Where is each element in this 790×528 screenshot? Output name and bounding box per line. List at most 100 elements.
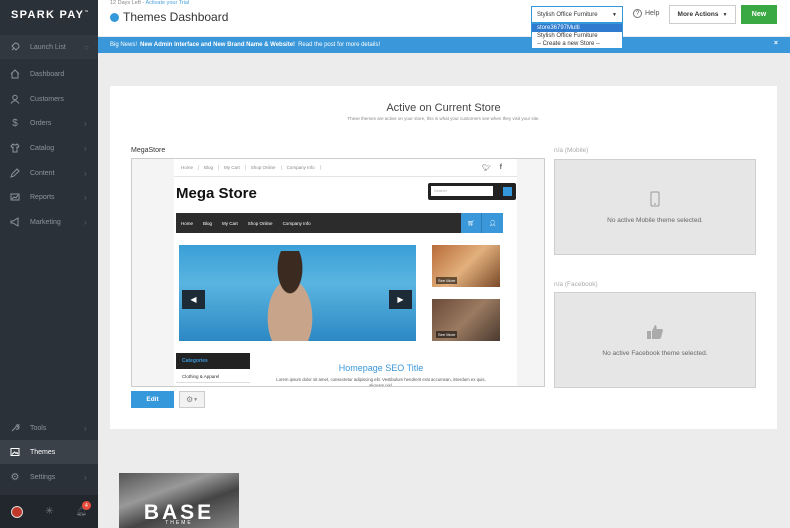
sidebar-item-marketing[interactable]: Marketing › (0, 210, 98, 234)
preview-nav-item: Shop Online (246, 165, 282, 170)
store-select[interactable]: Stylish Office Furniture ▼ (531, 6, 623, 23)
facebook-empty-text: No active Facebook theme selected. (602, 349, 708, 357)
new-button[interactable]: New (741, 5, 777, 24)
base-theme-thumbnail[interactable]: BASE THEME (119, 473, 239, 528)
caret-down-icon: ▼ (722, 11, 728, 18)
caret-down-icon: ▼ (612, 11, 617, 18)
search-icon (503, 187, 512, 196)
announcement-bar: Big News! New Admin Interface and New Bra… (98, 37, 790, 53)
sidebar-item-orders[interactable]: $ Orders › (0, 111, 98, 135)
sidebar-item-label: Dashboard (30, 70, 65, 78)
help-link[interactable]: ? Help (633, 9, 659, 18)
cart-icon: 🛒︎ (461, 213, 482, 233)
bell-icon[interactable]: 🔔︎ 4 (76, 501, 91, 517)
sidebar-item-dashboard[interactable]: Dashboard (0, 62, 98, 86)
info-icon: ○ (84, 42, 89, 52)
preview-seo-text: Lorem ipsum dolor sit amet, consectetur … (276, 377, 486, 387)
preview-nav-item: My Cart (219, 165, 246, 170)
notification-badge: 4 (81, 501, 91, 510)
shirt-icon (0, 143, 30, 153)
dollar-icon: $ (12, 117, 18, 129)
twitter-icon: 🐦︎ (481, 165, 491, 172)
base-theme-subtitle: THEME (165, 520, 193, 526)
preview-category-item: Clothing & Apparel (176, 371, 250, 383)
avatar[interactable] (11, 505, 24, 518)
preview-seo-title: Homepage SEO Title (338, 363, 424, 373)
preview-thumbnail: See More (432, 245, 500, 287)
preview-hero-image: ◀ ▶ (179, 245, 416, 341)
gear-icon: ⚙ (10, 471, 20, 483)
see-more-label: See More (436, 331, 458, 338)
user-icon: 👤︎ (482, 213, 503, 233)
sidebar-item-label: Customers (30, 95, 64, 103)
image-icon (0, 447, 30, 457)
theme-preview[interactable]: Home Blog My Cart Shop Online Company In… (131, 158, 545, 387)
active-themes-panel: Active on Current Store These themes are… (110, 86, 777, 429)
sidebar: SPARK PAY™ Launch List ○ Dashboard Custo… (0, 0, 98, 528)
activate-trial-link[interactable]: Activate your Trial (145, 0, 189, 6)
sidebar-item-label: Themes (30, 448, 56, 456)
store-option-create[interactable]: -- Create a new Store -- (532, 40, 622, 48)
question-icon: ? (633, 9, 642, 18)
preview-main-nav: Home Blog My Cart Shop Online Company In… (176, 213, 503, 233)
facebook-theme-slot[interactable]: No active Facebook theme selected. (554, 292, 756, 388)
more-actions-button[interactable]: More Actions ▼ (669, 5, 736, 24)
sidebar-item-customers[interactable]: Customers (0, 87, 98, 111)
home-icon (0, 69, 30, 79)
announcement-link[interactable]: New Admin Interface and New Brand Name &… (140, 42, 295, 48)
chevron-right-icon: › (84, 168, 87, 178)
sidebar-item-label: Tools (30, 424, 47, 432)
preview-search-input: Search (431, 186, 493, 196)
chevron-right-icon: › (84, 472, 87, 482)
preview-nav-item: Home (176, 165, 200, 170)
sidebar-item-label: Marketing (30, 218, 61, 226)
store-dropdown: store36797Multi Stylish Office Furniture… (531, 23, 623, 49)
hero-person-image (251, 251, 329, 341)
theme-settings-button[interactable]: ⚙ ▼ (179, 391, 205, 408)
preview-nav-item: Blog (203, 220, 213, 226)
spinner-icon[interactable]: ✳ (45, 506, 53, 517)
user-icon (0, 94, 30, 104)
sidebar-footer: ✳ 🔔︎ 4 (0, 495, 98, 528)
preview-social: 🐦︎ f (482, 164, 502, 172)
preview-nav-item: Company Info (282, 165, 321, 170)
mobile-theme-slot[interactable]: No active Mobile theme selected. (554, 159, 756, 255)
rocket-icon (0, 42, 30, 52)
preview-nav-item: Company Info (282, 220, 311, 226)
trial-notice: 12 Days Left - Activate your Trial (110, 0, 190, 6)
sidebar-item-label: Orders (30, 119, 52, 127)
sidebar-item-content[interactable]: Content › (0, 161, 98, 185)
sidebar-item-settings[interactable]: ⚙ Settings › (0, 465, 98, 489)
store-option-multi[interactable]: store36797Multi (532, 24, 622, 32)
sidebar-item-launch-list[interactable]: Launch List ○ (0, 35, 98, 59)
info-icon (110, 12, 119, 22)
sidebar-item-reports[interactable]: Reports › (0, 185, 98, 209)
store-option-stylish[interactable]: Stylish Office Furniture (532, 32, 622, 40)
megaphone-icon (0, 217, 30, 227)
preview-nav-item: Home (181, 220, 194, 226)
chevron-right-icon: ▶ (389, 290, 412, 309)
preview-thumbnail: See More (432, 299, 500, 341)
theme-name: MegaStore (131, 147, 166, 154)
chevron-right-icon: › (84, 118, 87, 128)
close-icon[interactable]: × (774, 40, 778, 47)
preview-search: Search (428, 183, 516, 200)
sidebar-item-catalog[interactable]: Catalog › (0, 136, 98, 160)
edit-button[interactable]: Edit (131, 391, 174, 408)
sidebar-item-tools[interactable]: Tools › (0, 416, 98, 440)
section-title: Active on Current Store (386, 102, 501, 114)
sidebar-item-themes[interactable]: Themes (0, 440, 98, 464)
sidebar-item-label: Reports (30, 193, 55, 201)
page-title: Themes Dashboard (110, 10, 228, 24)
mobile-empty-text: No active Mobile theme selected. (607, 216, 703, 224)
sidebar-item-label: Launch List (30, 43, 66, 51)
chevron-right-icon: › (84, 423, 87, 433)
preview-categories-title: Categories (176, 353, 250, 369)
chevron-right-icon: › (84, 217, 87, 227)
facebook-theme-label: n/a (Facebook) (554, 281, 598, 288)
thumbs-up-icon (646, 324, 664, 342)
preview-top-nav: Home Blog My Cart Shop Online Company In… (174, 159, 517, 177)
brand-logo[interactable]: SPARK PAY™ (11, 9, 90, 21)
caret-down-icon: ▼ (193, 396, 199, 403)
facebook-icon: f (499, 164, 502, 171)
